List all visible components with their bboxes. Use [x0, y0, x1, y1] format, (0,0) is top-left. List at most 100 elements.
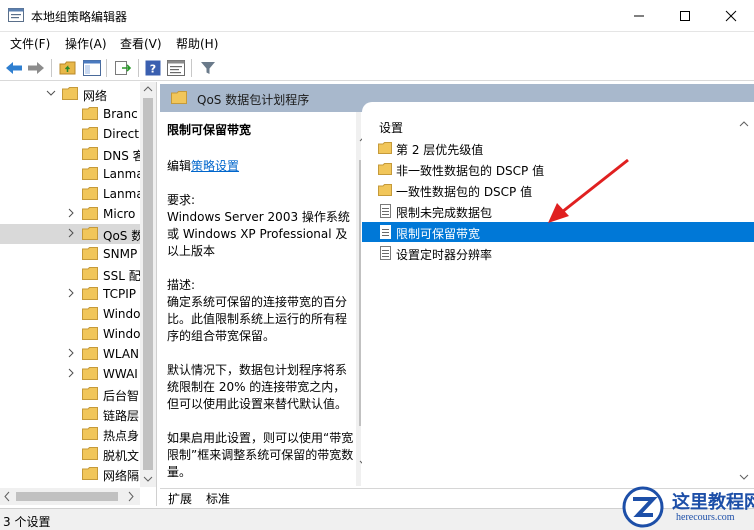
setting-label: 一致性数据包的 DSCP 值	[396, 185, 533, 199]
help-button[interactable]: ?	[143, 58, 163, 78]
tree-hscroll-thumb[interactable]	[16, 492, 118, 501]
folder-icon	[171, 91, 187, 104]
enable-line: 量。	[167, 465, 192, 479]
tree-horizontal-scrollbar[interactable]	[0, 488, 140, 505]
default-line: 但可以使用此设置来替代默认值。	[167, 397, 348, 411]
chevron-right-icon[interactable]	[66, 208, 76, 218]
up-folder-button[interactable]	[58, 58, 78, 78]
close-icon	[725, 10, 737, 22]
edit-policy-line: 编辑策略设置	[167, 157, 239, 174]
tree-item[interactable]: Direct	[0, 124, 140, 144]
settings-column-header[interactable]: 设置	[379, 119, 403, 136]
tree-item[interactable]: 链路层	[0, 404, 140, 424]
tab-standard[interactable]: 标准	[206, 490, 230, 507]
chevron-right-icon[interactable]	[66, 368, 76, 378]
show-hide-tree-button[interactable]	[82, 58, 102, 78]
tree-item[interactable]: SNMP	[0, 244, 140, 264]
details-pane: QoS 数据包计划程序 限制可保留带宽 编辑策略设置 要求: Windows S…	[160, 84, 754, 506]
setting-row[interactable]: 非一致性数据包的 DSCP 值	[362, 159, 754, 179]
close-button[interactable]	[708, 0, 754, 32]
menu-view[interactable]: 查看(V)	[120, 35, 162, 52]
tree-item[interactable]: 后台智	[0, 384, 140, 404]
tree-item[interactable]: TCPIP	[0, 284, 140, 304]
tree-item-label: SNMP	[103, 247, 138, 261]
forward-button[interactable]	[26, 58, 46, 78]
folder-icon	[62, 87, 78, 100]
description-line: 比。此值限制系统上运行的所有程	[167, 312, 348, 326]
folder-icon	[82, 267, 98, 280]
properties-button[interactable]	[166, 58, 186, 78]
policy-setting-icon	[380, 246, 391, 260]
tree-item-label: WWAI	[103, 367, 138, 381]
folder-icon	[82, 187, 98, 200]
tree-item[interactable]: 脱机文	[0, 444, 140, 464]
tree-vscroll-thumb[interactable]	[143, 98, 153, 470]
folder-icon	[378, 184, 392, 196]
tree-item[interactable]: DNS 客	[0, 144, 140, 164]
scroll-up-icon[interactable]	[140, 82, 156, 96]
tree-item[interactable]: 热点身	[0, 424, 140, 444]
requirements-label: 要求:	[167, 193, 196, 207]
chevron-right-icon[interactable]	[66, 228, 76, 238]
group-policy-app-icon	[8, 8, 24, 22]
maximize-button[interactable]	[662, 0, 708, 32]
tree-item-label: 热点身	[103, 429, 140, 443]
tree-item[interactable]: Lanma	[0, 164, 140, 184]
description-line: 确定系统可保留的连接带宽的百分	[167, 295, 348, 309]
details-header-title: QoS 数据包计划程序	[197, 93, 310, 107]
setting-row[interactable]: 限制未完成数据包	[362, 201, 754, 221]
edit-policy-link[interactable]: 策略设置	[191, 159, 239, 173]
tree-item[interactable]: 网络	[0, 84, 140, 104]
menu-help[interactable]: 帮助(H)	[176, 35, 218, 52]
tree-item[interactable]: WWAI	[0, 364, 140, 384]
tree-item-label: Micro	[103, 207, 136, 221]
tree-item-label: DNS 客	[103, 149, 140, 163]
menu-file[interactable]: 文件(F)	[10, 35, 50, 52]
tree-item-label: Lanma	[103, 167, 140, 181]
setting-row[interactable]: 限制可保留带宽	[362, 222, 754, 242]
tree-item[interactable]: Micro	[0, 204, 140, 224]
watermark-title: 这里教程网	[672, 492, 754, 513]
scroll-right-icon[interactable]	[124, 488, 138, 505]
tree-item[interactable]: Lanma	[0, 184, 140, 204]
tree-item[interactable]: Branc	[0, 104, 140, 124]
menu-action[interactable]: 操作(A)	[65, 35, 107, 52]
folder-icon	[82, 367, 98, 380]
filter-button[interactable]	[198, 58, 218, 78]
setting-row[interactable]: 设置定时器分辨率	[362, 243, 754, 263]
tree-item-label: SSL 配	[103, 269, 140, 283]
chevron-right-icon[interactable]	[66, 288, 76, 298]
description-vscroll-thumb[interactable]	[359, 160, 361, 426]
scroll-down-icon[interactable]	[140, 472, 156, 486]
tree-item[interactable]: WLAN	[0, 344, 140, 364]
watermark-logo	[622, 486, 664, 528]
default-line: 默认情况下，数据包计划程序将系	[167, 363, 348, 377]
tree-item[interactable]: 网络隔	[0, 464, 140, 484]
minimize-button[interactable]	[616, 0, 662, 32]
chevron-down-icon[interactable]	[46, 88, 56, 98]
enable-line: 限制”框来调整系统可保留的带宽数	[167, 448, 354, 462]
scroll-down-icon[interactable]	[738, 470, 750, 484]
setting-row[interactable]: 第 2 层优先级值	[362, 138, 754, 158]
tab-extended[interactable]: 扩展	[168, 490, 192, 507]
back-button[interactable]	[4, 58, 24, 78]
description-vertical-scrollbar[interactable]	[356, 112, 361, 486]
tree-item[interactable]: Windo	[0, 304, 140, 324]
toolbar-separator	[138, 59, 139, 77]
console-tree[interactable]: 网络 Branc Direct DNS 客 Lanma Lanma Micro QoS 数 SN…	[0, 82, 157, 506]
chevron-right-icon[interactable]	[66, 348, 76, 358]
folder-icon	[82, 247, 98, 260]
description-line: 序的组合带宽保留。	[167, 329, 276, 343]
tree-item[interactable]: Windo	[0, 324, 140, 344]
export-icon	[115, 61, 132, 75]
tree-item[interactable]: QoS 数	[0, 224, 140, 244]
tree-item[interactable]: SSL 配	[0, 264, 140, 284]
folder-icon	[82, 167, 98, 180]
console-tree-icon	[83, 60, 101, 76]
tree-vertical-scrollbar[interactable]	[140, 82, 156, 487]
scroll-left-icon[interactable]	[0, 488, 14, 505]
scroll-up-icon[interactable]	[738, 117, 750, 131]
setting-row[interactable]: 一致性数据包的 DSCP 值	[362, 180, 754, 200]
settings-list[interactable]: 设置 第 2 层优先级值 非一致性数据包的 DSCP 值一致性数据包的 DSCP …	[362, 102, 754, 486]
export-list-button[interactable]	[113, 58, 133, 78]
